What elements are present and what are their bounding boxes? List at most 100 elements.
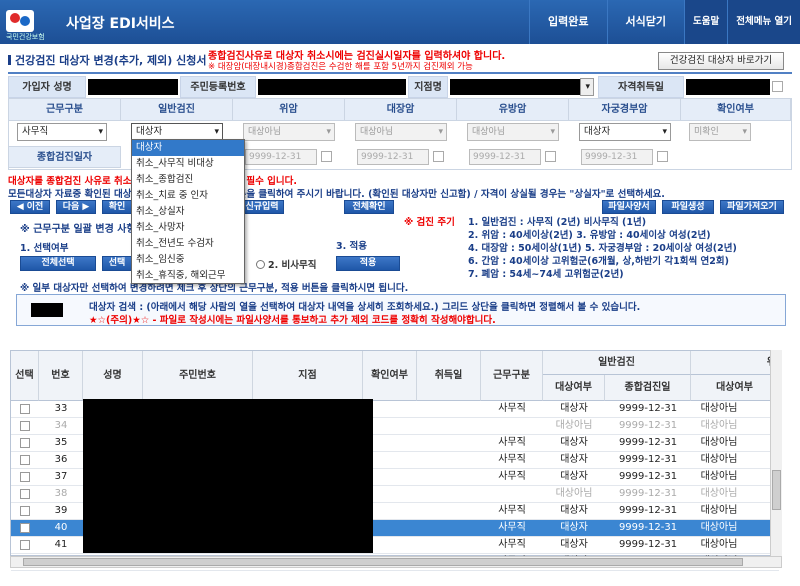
dropdown-option[interactable]: 취소_전년도 수검자 — [132, 236, 244, 252]
stomach-date-field[interactable]: 9999-12-31 — [245, 149, 317, 165]
grid-header-no[interactable]: 번호 — [39, 351, 83, 401]
grid-cell-comp-date: 9999-12-31 — [618, 505, 678, 516]
grid-cell-comp-date: 9999-12-31 — [618, 471, 678, 482]
comprehensive-date-label: 종합검진일자 — [9, 146, 121, 168]
grid-row-checkbox[interactable] — [20, 523, 30, 533]
grid-row-checkbox[interactable] — [20, 506, 30, 516]
confirm-button[interactable]: 확인 — [102, 200, 132, 214]
confirm-all-button[interactable]: 전체확인 — [344, 200, 394, 214]
grid-header-name[interactable]: 성명 — [83, 351, 143, 401]
grid-row-checkbox[interactable] — [20, 421, 30, 431]
grid-header-select[interactable]: 선택 — [11, 351, 39, 401]
page-title: 건강검진 대상자 변경(추가, 제외) 신청서 — [8, 52, 206, 68]
file-import-button[interactable]: 파일가져오기 — [720, 200, 784, 214]
file-spec-button[interactable]: 파일사양서 — [602, 200, 656, 214]
grid-row-checkbox[interactable] — [20, 404, 30, 414]
search-instruction: 대상자 검색 : (아래에서 해당 사람의 열을 선택하여 대상자 내역을 상세… — [89, 302, 641, 313]
grid-header-stomach[interactable]: 위 — [691, 351, 779, 375]
dropdown-option[interactable]: 대상자 — [132, 140, 244, 156]
subscriber-name-redacted — [88, 79, 178, 95]
grid-cell-no: 34 — [54, 420, 68, 431]
criteria-line-2: 2. 위암 : 40세이상(2년) 3. 유방암 : 40세이상 여성(2년) — [468, 230, 711, 241]
prev-button[interactable]: ◀ 이전 — [10, 200, 50, 214]
nhis-logo: 국민건강보험 — [6, 8, 68, 41]
grid-cell-no: 33 — [54, 403, 68, 414]
dropdown-option[interactable]: 취소_사무직 비대상 — [132, 156, 244, 172]
acquisition-date-redacted — [686, 79, 770, 95]
goto-targets-button[interactable]: 건강검진 대상자 바로가기 — [658, 52, 784, 70]
apply-button[interactable]: 적용 — [336, 256, 400, 271]
colon-select[interactable]: 대상아님 ▾ — [355, 123, 447, 141]
general-exam-dropdown[interactable]: 대상자 취소_사무직 비대상 취소_종합검진 취소_치료 중 인자 취소_상실자… — [131, 139, 245, 284]
grid-cell-target2: 대상아님 — [700, 522, 738, 533]
radio-non-office[interactable]: 2. 비사무직 — [256, 257, 317, 271]
dropdown-option[interactable]: 취소_임신중 — [132, 252, 244, 268]
stomach-select[interactable]: 대상아님 ▾ — [243, 123, 335, 141]
grid-cell-comp-date: 9999-12-31 — [618, 454, 678, 465]
dropdown-option[interactable]: 취소_상실자 — [132, 204, 244, 220]
colon-date-field[interactable]: 9999-12-31 — [357, 149, 429, 165]
col-cervical: 자궁경부암 — [569, 99, 681, 121]
grid-header-rrn[interactable]: 주민번호 — [143, 351, 253, 401]
search-field-redacted[interactable] — [31, 303, 63, 317]
grid-cell-target2: 대상아님 — [700, 437, 738, 448]
grid-row-checkbox[interactable] — [20, 489, 30, 499]
cervical-select[interactable]: 대상자 ▾ — [579, 123, 671, 141]
all-menu-button[interactable]: 전체메뉴 열기 — [727, 0, 800, 44]
work-type-select[interactable]: 사무직 ▾ — [17, 123, 107, 141]
grid-cell-target: 대상자 — [560, 471, 588, 482]
calendar-icon[interactable] — [545, 151, 556, 162]
dropdown-option[interactable]: 취소_사망자 — [132, 220, 244, 236]
grid-header-target2[interactable]: 대상여부 — [691, 375, 779, 401]
grid-row-checkbox[interactable] — [20, 472, 30, 482]
grid-row-checkbox[interactable] — [20, 438, 30, 448]
grid-header-work[interactable]: 근무구분 — [481, 351, 543, 401]
grid-header-branch[interactable]: 지점 — [253, 351, 363, 401]
grid-cell-work: 사무직 — [498, 454, 526, 465]
breast-date-field[interactable]: 9999-12-31 — [469, 149, 541, 165]
dropdown-option[interactable]: 취소_종합검진 — [132, 172, 244, 188]
rrn-label: 주민등록번호 — [180, 76, 256, 98]
confirm-select[interactable]: 미확인 ▾ — [689, 123, 751, 141]
close-form-button[interactable]: 서식닫기 — [606, 0, 684, 44]
grid-header-general[interactable]: 일반검진 — [543, 351, 691, 375]
grid-cell-target: 대상자 — [560, 522, 588, 533]
radio-icon[interactable] — [256, 260, 265, 269]
grid-header-acq[interactable]: 취득일 — [417, 351, 481, 401]
redacted-personal-data — [83, 399, 373, 553]
dropdown-option[interactable]: 취소_치료 중 인자 — [132, 188, 244, 204]
col-breast: 유방암 — [457, 99, 569, 121]
select-all-button[interactable]: 전체선택 — [20, 256, 96, 271]
breast-select[interactable]: 대상아님 ▾ — [467, 123, 559, 141]
grid-cell-target2: 대상아님 — [700, 471, 738, 482]
next-button[interactable]: 다음 ▶ — [56, 200, 96, 214]
grid-cell-target: 대상아님 — [555, 488, 593, 499]
file-create-button[interactable]: 파일생성 — [662, 200, 714, 214]
file-warning: ★☆(주의)★☆ - 파일로 작성시에는 파일사양서를 통보하고 추가 제외 코… — [89, 315, 496, 326]
select-button[interactable]: 선택 — [102, 256, 132, 271]
bulk-change-title: ※ 근무구분 일괄 변경 사항 — [20, 224, 136, 235]
vertical-scrollbar[interactable] — [770, 350, 782, 556]
grid-header-confirm[interactable]: 확인여부 — [363, 351, 417, 401]
warning-subtext: ※ 대장암(대장내시경)종합검진은 수검한 해를 포함 5년까지 검진제외 가능 — [208, 62, 473, 72]
grid-header-comp-date[interactable]: 종합검진일 — [605, 375, 691, 401]
calendar-icon[interactable] — [657, 151, 668, 162]
grid-row-checkbox[interactable] — [20, 540, 30, 550]
grid-cell-target: 대상자 — [560, 505, 588, 516]
calendar-icon[interactable] — [321, 151, 332, 162]
grid-cell-comp-date: 9999-12-31 — [618, 539, 678, 550]
acquisition-date-label: 자격취득일 — [598, 76, 684, 98]
grid-header-target[interactable]: 대상여부 — [543, 375, 605, 401]
grid-row-checkbox[interactable] — [20, 455, 30, 465]
help-button[interactable]: 도움말 — [684, 0, 728, 44]
submit-button[interactable]: 입력완료 — [529, 0, 606, 44]
calendar-icon[interactable] — [433, 151, 444, 162]
branch-dropdown-arrow[interactable]: ▾ — [580, 78, 594, 96]
cervical-date-field[interactable]: 9999-12-31 — [581, 149, 653, 165]
new-input-button[interactable]: 신규입력 — [240, 200, 284, 214]
horizontal-scrollbar[interactable] — [10, 556, 782, 568]
branch-select[interactable] — [450, 79, 582, 95]
grid-cell-work: 사무직 — [498, 505, 526, 516]
dropdown-option[interactable]: 취소_휴직중, 해외근무 — [132, 268, 244, 284]
calendar-icon[interactable] — [772, 81, 783, 92]
